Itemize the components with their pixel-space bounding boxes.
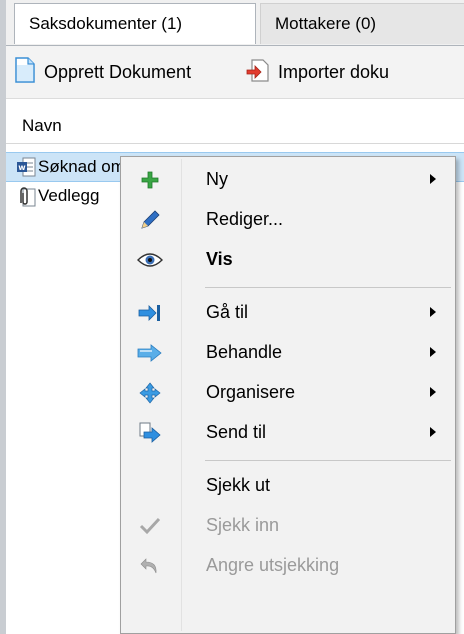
menu-item-angre-utsjekking[interactable]: Angre utsjekking [123, 546, 451, 586]
import-document-label: Importer doku [278, 61, 390, 82]
checkmark-icon [137, 515, 163, 537]
process-arrow-icon [137, 342, 163, 364]
menu-item-sjekk-ut[interactable]: Sjekk ut [123, 466, 451, 506]
create-document-label: Opprett Dokument [44, 61, 192, 82]
undo-icon [137, 555, 163, 577]
submenu-arrow-icon [430, 427, 436, 437]
pencil-icon [137, 209, 163, 231]
menu-item-label: Organisere [206, 382, 296, 402]
list-item-name: Vedlegg [38, 186, 100, 205]
plus-icon [137, 169, 163, 191]
submenu-arrow-icon [430, 387, 436, 397]
column-header-navn[interactable]: Navn [6, 110, 464, 144]
tab-mottakere[interactable]: Mottakere (0) [260, 3, 464, 44]
tab-saksdokumenter[interactable]: Saksdokumenter (1) [14, 3, 256, 44]
tab-strip: Saksdokumenter (1) Mottakere (0) [6, 0, 464, 46]
svg-text:w: w [18, 163, 26, 172]
menu-item-send-til[interactable]: Send til [123, 413, 451, 453]
menu-item-label: Vis [206, 249, 233, 269]
menu-item-behandle[interactable]: Behandle [123, 333, 451, 373]
toolbar: Opprett Dokument Importer doku [6, 46, 464, 99]
create-document-button[interactable]: Opprett Dokument [14, 53, 191, 91]
submenu-arrow-icon [430, 347, 436, 357]
menu-item-ga-til[interactable]: Gå til [123, 293, 451, 333]
menu-separator [205, 460, 451, 461]
goto-arrow-icon [137, 302, 163, 324]
menu-item-label: Sjekk ut [206, 475, 271, 495]
eye-icon [137, 249, 163, 271]
menu-item-label: Sjekk inn [206, 515, 280, 535]
paperclip-attachment-icon [16, 186, 36, 213]
menu-item-label: Send til [206, 422, 267, 442]
menu-item-label: Angre utsjekking [206, 555, 340, 575]
menu-item-label: Ny [206, 169, 228, 189]
menu-separator [205, 287, 451, 288]
move-icon [137, 382, 163, 404]
menu-item-label: Gå til [206, 302, 249, 322]
new-document-icon [14, 56, 36, 88]
menu-item-rediger[interactable]: Rediger... [123, 200, 451, 240]
menu-item-organisere[interactable]: Organisere [123, 373, 451, 413]
menu-item-vis[interactable]: Vis [123, 240, 451, 280]
import-document-button[interactable]: Importer doku [246, 53, 389, 91]
menu-item-label: Rediger... [206, 209, 284, 229]
submenu-arrow-icon [430, 307, 436, 317]
menu-item-ny[interactable]: Ny [123, 160, 451, 200]
send-to-icon [137, 422, 163, 444]
context-menu: Ny Rediger... Vis Gå til Behandle Organi… [120, 156, 456, 634]
word-document-icon: w [16, 157, 36, 182]
submenu-arrow-icon [430, 174, 436, 184]
menu-item-label: Behandle [206, 342, 283, 362]
import-icon [246, 57, 270, 88]
column-header-label: Navn [22, 116, 62, 135]
menu-item-sjekk-inn[interactable]: Sjekk inn [123, 506, 451, 546]
